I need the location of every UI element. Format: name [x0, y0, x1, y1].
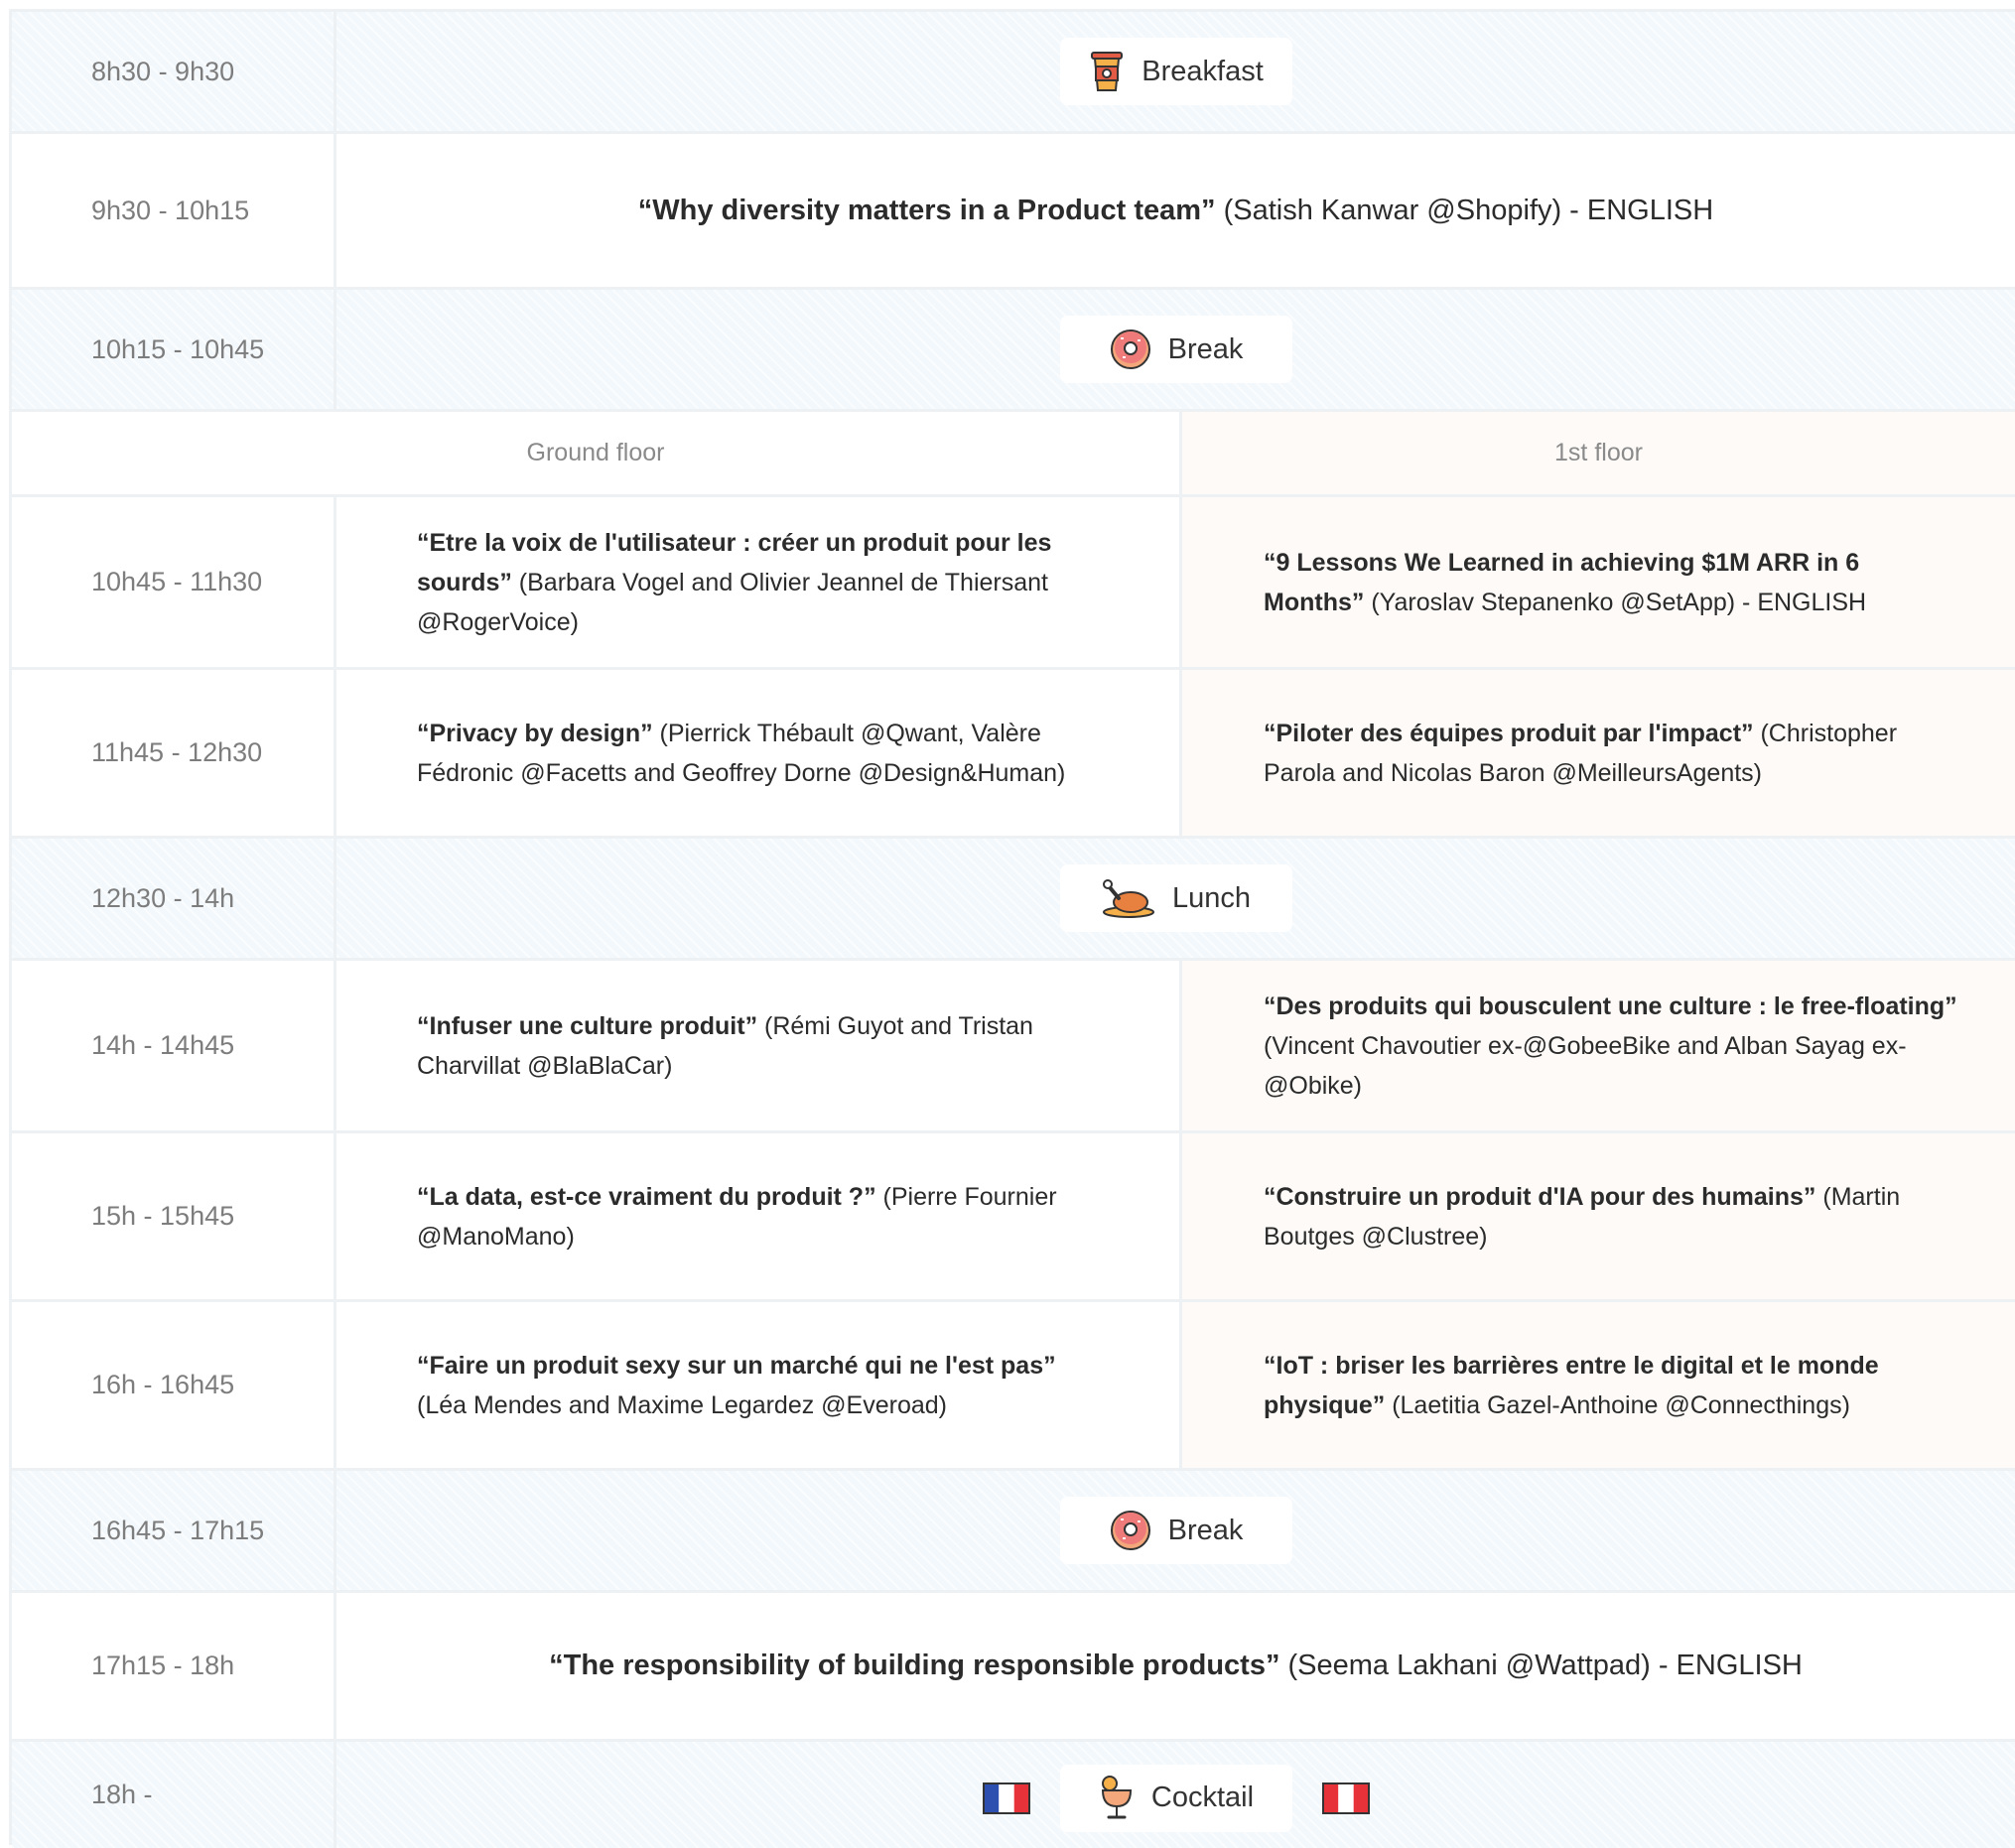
schedule-row-session: 15h - 15h45 “La data, est-ce vraiment du…	[12, 1133, 2015, 1302]
donut-icon	[1110, 330, 1150, 369]
schedule-row-session: 11h45 - 12h30 “Privacy by design” (Pierr…	[12, 670, 2015, 839]
room-header-ground: Ground floor	[12, 412, 1182, 494]
talk-first-floor: “Des produits qui bousculent une culture…	[1182, 961, 2015, 1130]
break-pill: Break	[1059, 316, 1292, 383]
break-cell: Break	[336, 290, 2015, 409]
lunch-pill: Lunch	[1059, 864, 1292, 932]
cocktail-glass-icon	[1101, 1775, 1132, 1818]
talk-ground-floor: “Faire un produit sexy sur un marché qui…	[336, 1302, 1182, 1468]
time-slot: 16h - 16h45	[12, 1302, 336, 1468]
talk-first-floor: “Piloter des équipes produit par l'impac…	[1182, 670, 2015, 836]
talk-ground-floor: “Infuser une culture produit” (Rémi Guyo…	[336, 961, 1182, 1130]
room-header-first: 1st floor	[1182, 412, 2015, 494]
talk-speakers: (Laetitia Gazel-Anthoine @Connecthings)	[1385, 1390, 1850, 1419]
schedule-row-session: 16h - 16h45 “Faire un produit sexy sur u…	[12, 1302, 2015, 1471]
break-cell: Cocktail	[336, 1742, 2015, 1848]
talk-ground-floor: “La data, est-ce vraiment du produit ?” …	[336, 1133, 1182, 1299]
schedule-table: 8h30 - 9h30 Breakfast 9h30 - 10h15 “Why …	[9, 9, 2015, 1848]
time-slot: 9h30 - 10h15	[12, 134, 336, 287]
break-pill: Break	[1059, 1497, 1292, 1564]
break-cell: Breakfast	[336, 12, 2015, 131]
break-cell: Break	[336, 1471, 2015, 1590]
talk-title: “Piloter des équipes produit par l'impac…	[1264, 719, 1754, 747]
time-slot: 18h -	[12, 1742, 336, 1848]
talk-title: “The responsibility of building responsi…	[549, 1650, 1280, 1681]
break-cell: Lunch	[336, 839, 2015, 958]
talk-first-floor: “IoT : briser les barrières entre le dig…	[1182, 1302, 2015, 1468]
time-slot: 16h45 - 17h15	[12, 1471, 336, 1590]
room-header-row: Ground floor 1st floor	[12, 412, 2015, 497]
time-slot: 8h30 - 9h30	[12, 12, 336, 131]
keynote-cell: “Why diversity matters in a Product team…	[336, 134, 2015, 287]
time-slot: 10h45 - 11h30	[12, 497, 336, 667]
time-slot: 14h - 14h45	[12, 961, 336, 1130]
schedule-row-cocktail: 18h - Cocktail	[12, 1742, 2015, 1848]
talk-first-floor: “Construire un produit d'IA pour des hum…	[1182, 1133, 2015, 1299]
talk-speakers: (Léa Mendes and Maxime Legardez @Everoad…	[417, 1390, 947, 1419]
talk-speakers: (Vincent Chavoutier ex-@GobeeBike and Al…	[1264, 1031, 1907, 1100]
time-slot: 15h - 15h45	[12, 1133, 336, 1299]
talk-title: “Faire un produit sexy sur un marché qui…	[417, 1351, 1056, 1380]
schedule-row-keynote: 9h30 - 10h15 “Why diversity matters in a…	[12, 134, 2015, 290]
talk-ground-floor: “Etre la voix de l'utilisateur : créer u…	[336, 497, 1182, 667]
talk-speakers: (Barbara Vogel and Olivier Jeannel de Th…	[417, 568, 1048, 636]
france-flag-icon	[982, 1782, 1030, 1814]
talk-title: “Why diversity matters in a Product team…	[637, 194, 1216, 226]
coffee-cup-icon	[1091, 52, 1124, 91]
keynote-cell: “The responsibility of building responsi…	[336, 1593, 2015, 1739]
time-slot: 12h30 - 14h	[12, 839, 336, 958]
schedule-row-keynote: 17h15 - 18h “The responsibility of build…	[12, 1593, 2015, 1742]
schedule-row-lunch: 12h30 - 14h Lunch	[12, 839, 2015, 961]
peru-flag-icon	[1321, 1782, 1370, 1814]
cocktail-pill: Cocktail	[1059, 1764, 1292, 1832]
break-label: Lunch	[1171, 881, 1251, 914]
talk-title: “Des produits qui bousculent une culture…	[1264, 991, 1957, 1020]
break-label: Breakfast	[1142, 55, 1264, 87]
schedule-row-break: 10h15 - 10h45 Break	[12, 290, 2015, 412]
talk-speakers: (Satish Kanwar @Shopify) - ENGLISH	[1215, 194, 1714, 226]
breakfast-pill: Breakfast	[1059, 38, 1292, 105]
schedule-row-break: 16h45 - 17h15 Break	[12, 1471, 2015, 1593]
talk-first-floor: “9 Lessons We Learned in achieving $1M A…	[1182, 497, 2015, 667]
talk-title: “Privacy by design”	[417, 719, 653, 747]
talk-title: “La data, est-ce vraiment du produit ?”	[417, 1182, 876, 1211]
roast-chicken-icon	[1102, 879, 1154, 918]
time-slot: 17h15 - 18h	[12, 1593, 336, 1739]
talk-title: “Infuser une culture produit”	[417, 1011, 758, 1040]
talk-speakers: (Seema Lakhani @Wattpad) - ENGLISH	[1279, 1650, 1803, 1681]
talk-title: “Construire un produit d'IA pour des hum…	[1264, 1182, 1816, 1211]
donut-icon	[1110, 1511, 1150, 1550]
talk-speakers: (Yaroslav Stepanenko @SetApp) - ENGLISH	[1364, 588, 1867, 616]
schedule-row-breakfast: 8h30 - 9h30 Breakfast	[12, 12, 2015, 134]
break-label: Break	[1167, 1514, 1244, 1546]
schedule-row-session: 14h - 14h45 “Infuser une culture produit…	[12, 961, 2015, 1133]
time-slot: 10h15 - 10h45	[12, 290, 336, 409]
break-label: Break	[1167, 332, 1244, 365]
time-slot: 11h45 - 12h30	[12, 670, 336, 836]
schedule-row-session: 10h45 - 11h30 “Etre la voix de l'utilisa…	[12, 497, 2015, 670]
break-label: Cocktail	[1150, 1782, 1255, 1813]
talk-ground-floor: “Privacy by design” (Pierrick Thébault @…	[336, 670, 1182, 836]
